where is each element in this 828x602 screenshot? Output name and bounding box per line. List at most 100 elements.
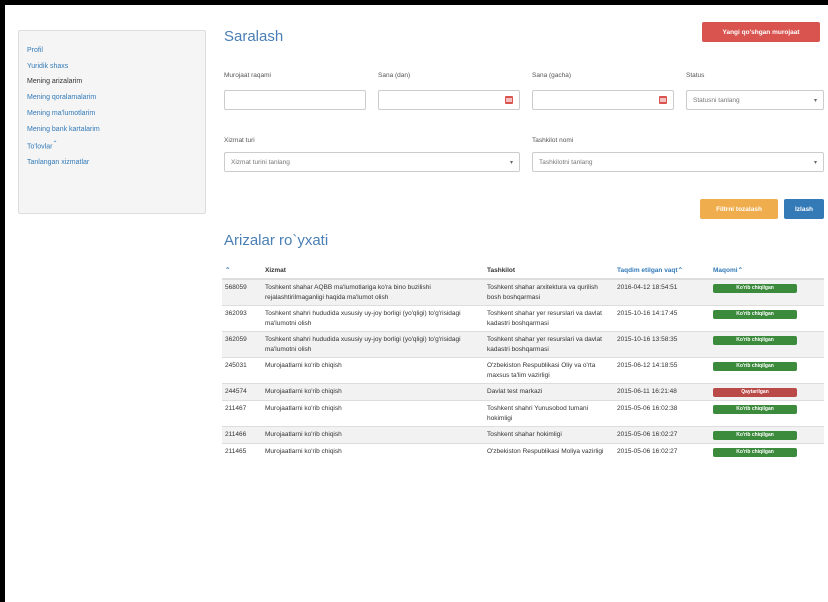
sidebar-item-tolovlar[interactable]: To'lovlar⌃ <box>27 137 197 155</box>
table-row[interactable]: 362093 Toshkent shahri hududida xususiy u… <box>222 305 824 332</box>
row-tashkilot: O'zbekiston Respublikasi Moliya vazirlig… <box>484 443 614 460</box>
column-header-tashkilot: Tashkilot <box>484 262 614 280</box>
sidebar: Profil Yuridik shaxs Mening arizalarim M… <box>18 30 206 214</box>
sidebar-item-yuridik-shaxs[interactable]: Yuridik shaxs <box>27 59 197 75</box>
calendar-icon[interactable] <box>505 96 513 104</box>
status-badge: Qaytarilgan <box>713 388 797 397</box>
row-id: 244574 <box>222 383 262 401</box>
murojaat-raqami-label: Murojaat raqami <box>224 72 271 79</box>
row-status: Ko'rib chiqilgan <box>710 400 824 427</box>
table-row[interactable]: 211467 Murojaatlarni ko'rib chiqish Toshke… <box>222 400 824 427</box>
row-status: Ko'rib chiqilgan <box>710 331 824 358</box>
row-xizmat: Murojaatlarni ko'rib chiqish <box>262 383 484 401</box>
status-select[interactable]: Statusni tanlang ▾ <box>686 90 824 110</box>
sidebar-item-tolovlar-label: To'lovlar <box>27 143 53 151</box>
xizmat-turi-select-value: Xizmat turini tanlang <box>231 158 290 166</box>
row-vaqt: 2015-05-06 16:02:27 <box>614 443 710 460</box>
sidebar-item-profil[interactable]: Profil <box>27 43 197 59</box>
status-badge: Ko'rib chiqilgan <box>713 284 797 293</box>
table-row[interactable]: 244574 Murojaatlarni ko'rib chiqish Davlat… <box>222 383 824 401</box>
sidebar-item-tanlangan-xizmatlar[interactable]: Tanlangan xizmatlar <box>27 155 197 171</box>
sidebar-item-bank-kartalarim[interactable]: Mening bank kartalarim <box>27 122 197 138</box>
row-vaqt: 2015-06-12 14:18:55 <box>614 357 710 384</box>
column-header-vaqt[interactable]: Taqdim etilgan vaqt⌃ <box>614 262 710 280</box>
row-id: 362093 <box>222 305 262 332</box>
chevron-down-icon: ▾ <box>813 159 817 166</box>
column-header-maqomi[interactable]: Maqomi⌃ <box>710 262 824 280</box>
tashkilot-label: Tashkilot nomi <box>532 137 574 144</box>
xizmat-turi-label: Xizmat turi <box>224 137 255 144</box>
new-request-button[interactable]: Yangi qo'shgan murojaat <box>702 22 820 42</box>
row-tashkilot: Toshkent shahar arxitektura va qurilish … <box>484 278 614 306</box>
row-id: 362059 <box>222 331 262 358</box>
table-row[interactable]: 211466 Murojaatlarni ko'rib chiqish Toshke… <box>222 426 824 444</box>
xizmat-turi-select[interactable]: Xizmat turini tanlang ▾ <box>224 152 520 172</box>
table-row[interactable]: 211465 Murojaatlarni ko'rib chiqish O'zbek… <box>222 443 824 460</box>
row-status: Ko'rib chiqilgan <box>710 426 824 444</box>
search-button[interactable]: Izlash <box>784 199 824 219</box>
row-id: 211466 <box>222 426 262 444</box>
column-header-id[interactable]: ⌃ <box>222 262 262 280</box>
filter-title: Saralash <box>224 28 284 45</box>
table-row[interactable]: 362059 Toshkent shahri hududida xususiy u… <box>222 331 824 358</box>
sidebar-item-qoralamalarim[interactable]: Mening qoralamalarim <box>27 90 197 106</box>
sana-gacha-input[interactable] <box>532 90 674 110</box>
row-status: Ko'rib chiqilgan <box>710 357 824 384</box>
sort-icon: ⌃ <box>737 267 744 274</box>
sort-icon: ⌃ <box>677 267 684 274</box>
row-xizmat: Toshkent shahri hududida xususiy uy-joy … <box>262 305 484 332</box>
row-tashkilot: Toshkent shahar hokimligi <box>484 426 614 444</box>
row-tashkilot: Toshkent shahar yer resurslari va davlat… <box>484 331 614 358</box>
row-vaqt: 2015-05-06 16:02:38 <box>614 400 710 427</box>
table-row[interactable]: 568059 Toshkent shahar AQBB ma'lumotlarig… <box>222 278 824 306</box>
row-id: 568059 <box>222 278 262 306</box>
status-select-value: Statusni tanlang <box>693 96 740 104</box>
column-header-xizmat: Xizmat <box>262 262 484 280</box>
sort-icon: ⌃ <box>225 267 231 274</box>
row-xizmat: Murojaatlarni ko'rib chiqish <box>262 443 484 460</box>
table-row[interactable]: 245031 Murojaatlarni ko'rib chiqish O'zbek… <box>222 357 824 384</box>
row-vaqt: 2015-10-16 13:58:35 <box>614 331 710 358</box>
sidebar-item-arizalarim[interactable]: Mening arizalarim <box>27 74 197 90</box>
window-frame-left <box>0 0 5 602</box>
murojaat-raqami-input[interactable] <box>224 90 366 110</box>
caret-up-icon: ⌃ <box>52 141 58 148</box>
reset-filter-button[interactable]: Filtrni tozalash <box>700 199 778 219</box>
row-xizmat: Murojaatlarni ko'rib chiqish <box>262 400 484 427</box>
row-vaqt: 2015-10-16 14:17:45 <box>614 305 710 332</box>
row-vaqt: 2016-04-12 18:54:51 <box>614 278 710 306</box>
row-status: Ko'rib chiqilgan <box>710 305 824 332</box>
row-vaqt: 2015-06-11 16:21:48 <box>614 383 710 401</box>
status-badge: Ko'rib chiqilgan <box>713 336 797 345</box>
status-badge: Ko'rib chiqilgan <box>713 448 797 457</box>
requests-table: ⌃ Xizmat Tashkilot Taqdim etilgan vaqt⌃ … <box>222 262 824 460</box>
sana-dan-label: Sana (dan) <box>378 72 411 79</box>
status-badge: Ko'rib chiqilgan <box>713 431 797 440</box>
row-id: 245031 <box>222 357 262 384</box>
sana-gacha-label: Sana (gacha) <box>532 72 572 79</box>
list-title: Arizalar ro`yxati <box>224 232 329 249</box>
row-xizmat: Toshkent shahri hududida xususiy uy-joy … <box>262 331 484 358</box>
status-badge: Ko'rib chiqilgan <box>713 362 797 371</box>
status-label: Status <box>686 72 705 79</box>
table-header-row: ⌃ Xizmat Tashkilot Taqdim etilgan vaqt⌃ … <box>222 262 824 280</box>
window-frame-top <box>0 0 828 5</box>
row-xizmat: Toshkent shahar AQBB ma'lumotlariga ko'r… <box>262 278 484 306</box>
row-id: 211467 <box>222 400 262 427</box>
row-status: Qaytarilgan <box>710 383 824 401</box>
row-xizmat: Murojaatlarni ko'rib chiqish <box>262 357 484 384</box>
sana-dan-input[interactable] <box>378 90 520 110</box>
row-tashkilot: O'zbekiston Respublikasi Oliy va o'rta m… <box>484 357 614 384</box>
row-status: Ko'rib chiqilgan <box>710 278 824 306</box>
row-id: 211465 <box>222 443 262 460</box>
row-xizmat: Murojaatlarni ko'rib chiqish <box>262 426 484 444</box>
row-tashkilot: Davlat test markazi <box>484 383 614 401</box>
calendar-icon[interactable] <box>659 96 667 104</box>
tashkilot-select-value: Tashkilotni tanlang <box>539 158 593 166</box>
sidebar-item-malumotlarim[interactable]: Mening ma'lumotlarim <box>27 106 197 122</box>
tashkilot-select[interactable]: Tashkilotni tanlang ▾ <box>532 152 824 172</box>
status-badge: Ko'rib chiqilgan <box>713 405 797 414</box>
row-vaqt: 2015-05-06 16:02:27 <box>614 426 710 444</box>
chevron-down-icon: ▾ <box>813 97 817 104</box>
chevron-down-icon: ▾ <box>509 159 513 166</box>
